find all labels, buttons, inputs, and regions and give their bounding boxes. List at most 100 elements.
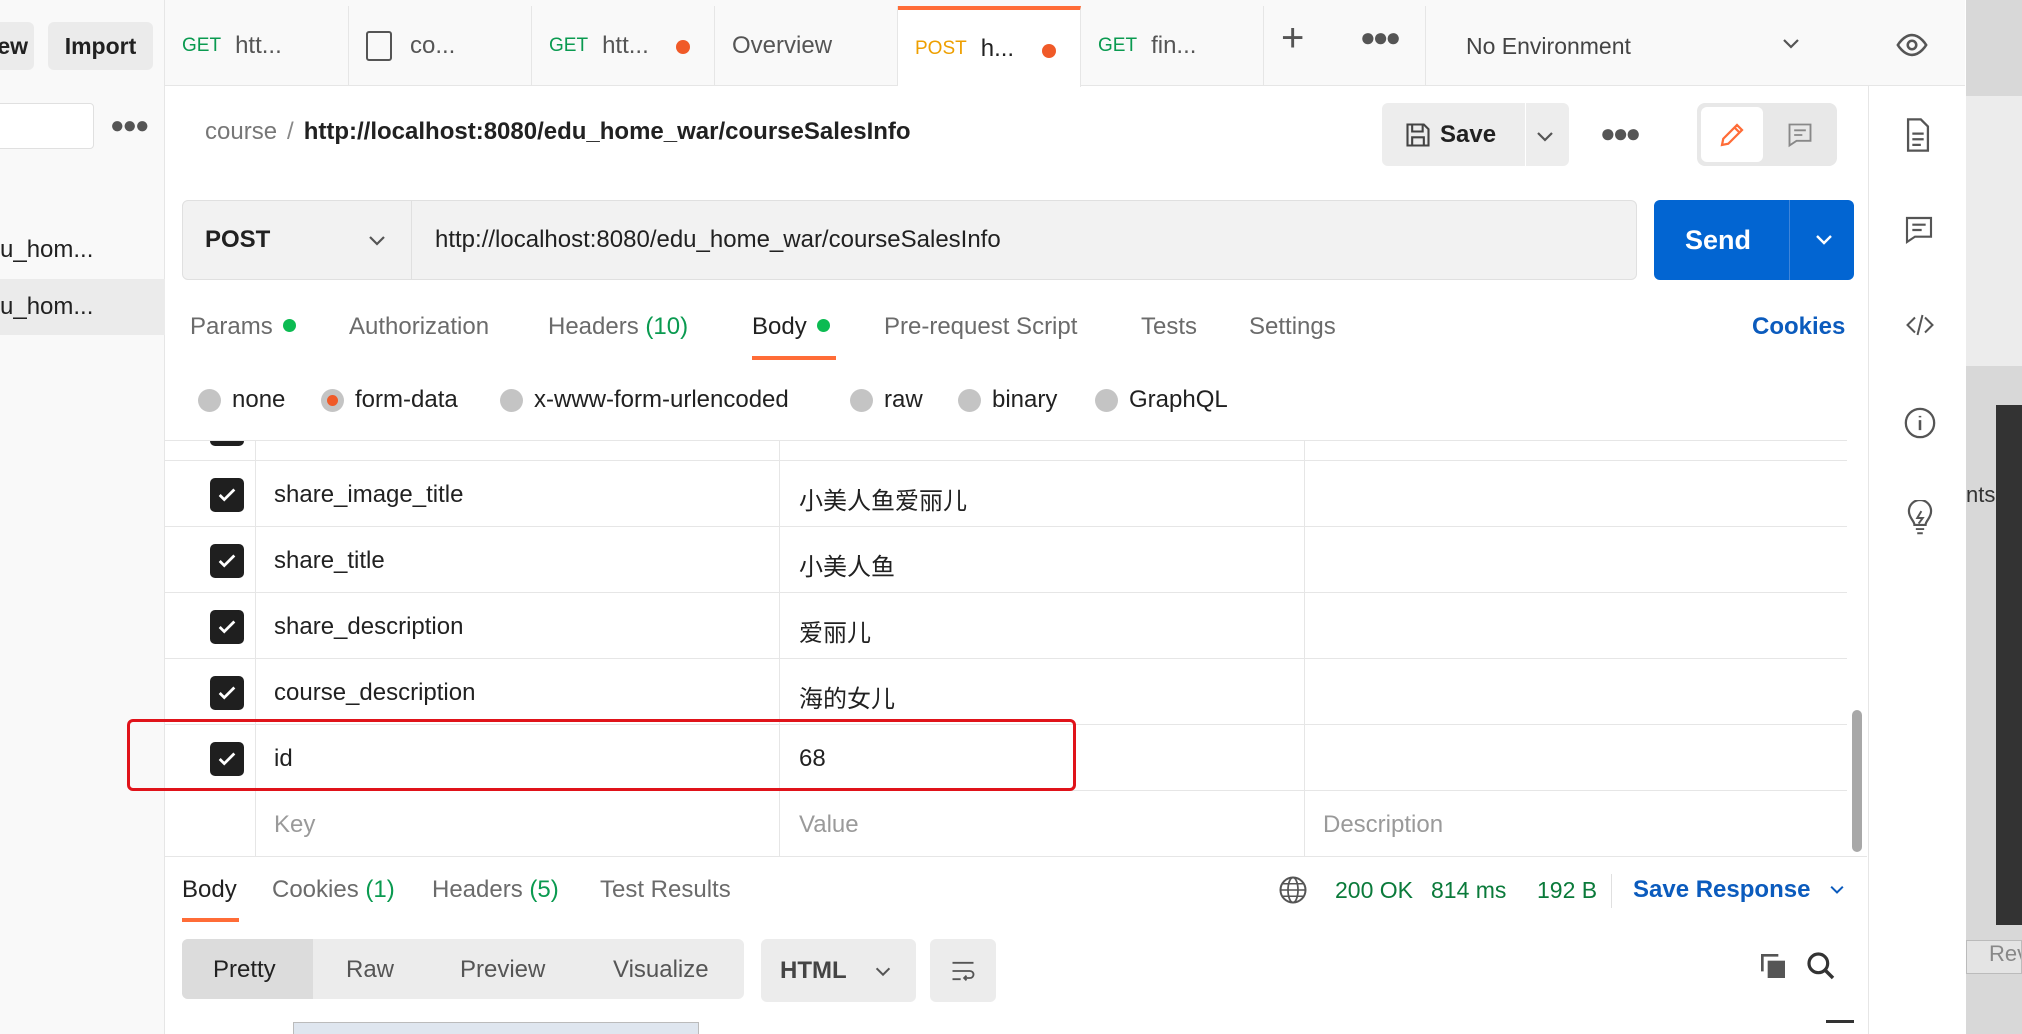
view-visualize[interactable]: Visualize: [613, 956, 709, 984]
tab-prerequest-script[interactable]: Pre-request Script: [884, 313, 1077, 341]
edit-mode-button[interactable]: [1701, 107, 1763, 162]
response-size[interactable]: 192 B: [1537, 877, 1597, 904]
radio-circle: [198, 388, 221, 412]
save-response-label: Save Response: [1633, 876, 1811, 903]
tab-method: GET: [1098, 35, 1138, 56]
breadcrumb-collection[interactable]: course: [205, 118, 277, 145]
status-dot-icon: [282, 319, 296, 333]
comment-mode-button[interactable]: [1769, 107, 1831, 162]
tab-tests[interactable]: Tests: [1141, 313, 1197, 341]
tab-collection[interactable]: co...: [349, 6, 532, 86]
environment-select[interactable]: No Environment: [1425, 6, 1833, 86]
param-key[interactable]: share_description: [274, 613, 463, 641]
unsaved-dot-icon: [1042, 44, 1056, 58]
tab-label: Headers: [548, 313, 639, 340]
param-key[interactable]: course_description: [274, 679, 475, 707]
tab-request[interactable]: GET fin...: [1081, 6, 1264, 86]
sidebar-item-selected[interactable]: u_hom...: [0, 279, 165, 335]
format-select[interactable]: HTML: [761, 939, 916, 1002]
cookies-link[interactable]: Cookies: [1752, 313, 1845, 341]
info-icon[interactable]: [1903, 406, 1937, 440]
description-placeholder[interactable]: Description: [1323, 811, 1443, 839]
url-input[interactable]: [412, 200, 1637, 280]
tab-label: htt...: [235, 32, 282, 59]
new-button[interactable]: ew: [0, 22, 34, 70]
radio-binary[interactable]: binary: [958, 386, 1057, 414]
radio-urlencoded[interactable]: x-www-form-urlencoded: [500, 386, 789, 414]
param-value[interactable]: 小美人鱼: [799, 547, 895, 582]
row-checkbox[interactable]: [210, 441, 244, 446]
param-value[interactable]: 海的女儿: [799, 679, 895, 714]
tab-request[interactable]: GET htt...: [165, 6, 349, 86]
comment-icon: [1788, 123, 1812, 147]
tab-settings[interactable]: Settings: [1249, 313, 1336, 341]
row-checkbox[interactable]: [210, 676, 244, 710]
pencil-icon: [1720, 122, 1744, 146]
param-value[interactable]: 小美人鱼爱丽儿: [799, 481, 967, 516]
response-tab-test-results[interactable]: Test Results: [600, 876, 731, 904]
eye-icon[interactable]: [1895, 28, 1929, 62]
tab-request[interactable]: GET htt...: [532, 6, 715, 86]
sidebar-item[interactable]: u_hom...: [0, 222, 165, 278]
background-dark-panel: [1996, 405, 2022, 925]
param-key[interactable]: share_image_title: [274, 481, 463, 509]
checkmark-icon: [218, 554, 236, 568]
radio-circle: [1095, 388, 1118, 412]
radio-raw[interactable]: raw: [850, 386, 923, 414]
chevron-down-icon[interactable]: [1812, 228, 1836, 252]
response-tab-headers[interactable]: Headers (5): [432, 876, 559, 904]
tab-request-active[interactable]: POST h...: [898, 6, 1081, 87]
save-button[interactable]: Save: [1440, 121, 1496, 149]
tab-headers[interactable]: Headers (10): [548, 313, 688, 341]
chevron-down-icon: [1830, 885, 1844, 894]
row-checkbox[interactable]: [210, 478, 244, 512]
response-time[interactable]: 814 ms: [1431, 877, 1506, 904]
view-raw[interactable]: Raw: [346, 956, 394, 984]
new-tab-plus-icon[interactable]: +: [1281, 16, 1304, 61]
chevron-down-icon[interactable]: [1533, 125, 1557, 149]
tab-label: htt...: [602, 32, 649, 59]
tab-body[interactable]: Body: [752, 313, 830, 341]
request-more-icon[interactable]: ●●●: [1600, 118, 1641, 149]
search-icon[interactable]: [1805, 950, 1837, 982]
tabs-more-icon[interactable]: ●●●: [1360, 22, 1401, 53]
send-button[interactable]: Send: [1654, 200, 1854, 280]
form-data-table: share_image_title 小美人鱼爱丽儿 share_title 小美…: [165, 440, 1847, 856]
method-select[interactable]: POST: [182, 200, 412, 280]
save-response-button[interactable]: Save Response: [1633, 876, 1847, 904]
tab-authorization[interactable]: Authorization: [349, 313, 489, 341]
row-checkbox[interactable]: [210, 610, 244, 644]
wrap-lines-button[interactable]: [930, 939, 996, 1002]
row-checkbox[interactable]: [210, 544, 244, 578]
tab-overview[interactable]: Overview: [715, 6, 898, 86]
view-preview[interactable]: Preview: [460, 956, 545, 984]
tab-params[interactable]: Params: [190, 313, 296, 341]
radio-graphql[interactable]: GraphQL: [1095, 386, 1228, 414]
background-text: Rev: [1966, 940, 2022, 974]
status-code[interactable]: 200 OK: [1335, 877, 1413, 904]
request-name[interactable]: http://localhost:8080/edu_home_war/cours…: [304, 118, 911, 145]
headers-count: (5): [529, 876, 559, 903]
table-row: [165, 441, 1847, 461]
sidebar-search-input[interactable]: [0, 103, 94, 149]
scrollbar-thumb[interactable]: [1852, 710, 1862, 852]
value-placeholder[interactable]: Value: [799, 811, 859, 839]
param-value[interactable]: 爱丽儿: [799, 613, 871, 648]
code-icon[interactable]: [1903, 310, 1937, 340]
response-tab-cookies[interactable]: Cookies (1): [272, 876, 395, 904]
tab-bar: GET htt... co... GET htt... Overview POS…: [165, 0, 1965, 87]
import-button[interactable]: Import: [48, 22, 153, 70]
param-key[interactable]: share_title: [274, 547, 385, 575]
chevron-down-icon: [369, 236, 385, 246]
copy-icon[interactable]: [1757, 950, 1789, 982]
comments-icon[interactable]: [1903, 214, 1935, 246]
documentation-icon[interactable]: [1903, 118, 1933, 152]
lightbulb-icon[interactable]: [1903, 500, 1937, 536]
sidebar-more-icon[interactable]: ●●●: [110, 112, 149, 140]
key-placeholder[interactable]: Key: [274, 811, 315, 839]
radio-none[interactable]: none: [198, 386, 285, 414]
view-pretty[interactable]: Pretty: [213, 956, 276, 984]
globe-icon[interactable]: [1278, 875, 1308, 905]
response-tab-body[interactable]: Body: [182, 876, 237, 904]
radio-form-data[interactable]: form-data: [321, 386, 458, 414]
